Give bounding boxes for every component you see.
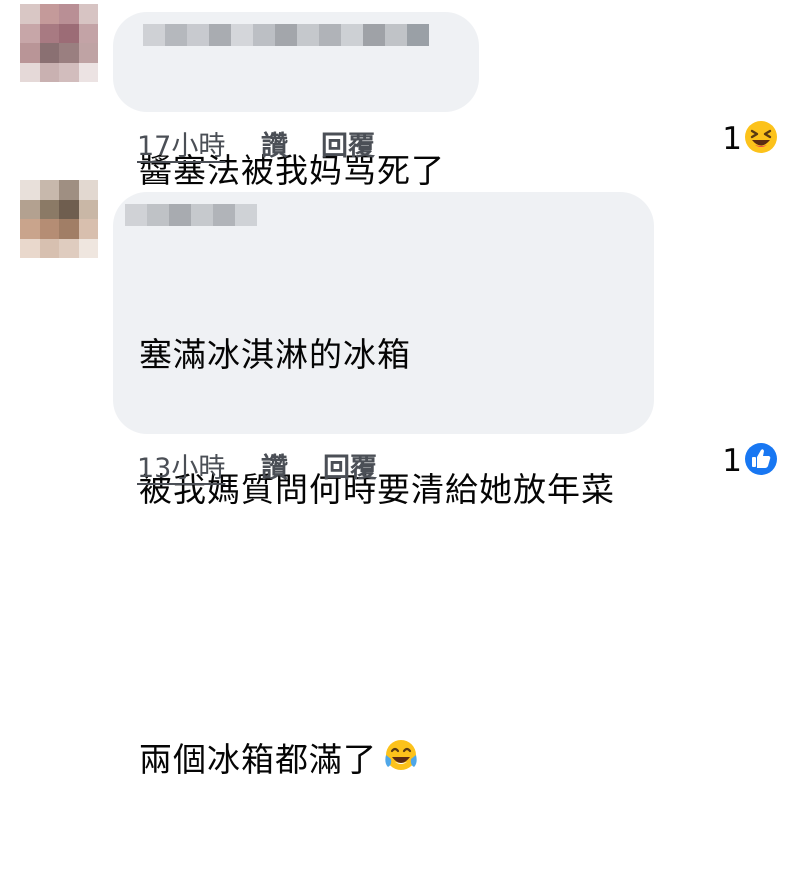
comment-text: 塞滿冰淇淋的冰箱 被我媽質問何時要清給她放年菜 兩個冰箱都滿了 — [139, 242, 615, 874]
like-thumb-icon — [744, 442, 778, 480]
author-name-blurred[interactable] — [143, 24, 429, 46]
avatar[interactable] — [20, 4, 98, 82]
comment-actions: 17小時 讚 回覆 — [137, 124, 437, 162]
reaction-count: 1 — [722, 443, 742, 479]
reply-button[interactable]: 回覆 — [321, 124, 375, 163]
reaction-summary[interactable]: 1 — [722, 120, 778, 158]
comment-bubble: 塞滿冰淇淋的冰箱 被我媽質問何時要清給她放年菜 兩個冰箱都滿了 — [113, 192, 654, 779]
reply-button[interactable]: 回覆 — [323, 446, 377, 485]
comment-line-empty — [139, 602, 615, 647]
laughing-squint-emoji-icon — [744, 120, 778, 158]
comment-line: 塞滿冰淇淋的冰箱 — [139, 335, 411, 374]
timestamp-link[interactable]: 17小時 — [137, 124, 225, 163]
reaction-count: 1 — [722, 121, 742, 157]
comment-bubble: 醬塞法被我妈骂死了 — [113, 12, 479, 190]
like-button[interactable]: 讚 — [261, 446, 288, 485]
timestamp-link[interactable]: 13小時 — [137, 446, 225, 485]
comment-line: 兩個冰箱都滿了 — [139, 740, 377, 779]
like-button[interactable]: 讚 — [261, 124, 288, 163]
comment-line-with-emoji: 兩個冰箱都滿了 — [139, 737, 615, 784]
comment-actions: 13小時 讚 回覆 — [137, 446, 437, 484]
reaction-summary[interactable]: 1 — [722, 442, 778, 480]
author-name-blurred[interactable] — [125, 204, 257, 226]
tears-of-joy-emoji-icon — [383, 739, 419, 784]
avatar[interactable] — [20, 180, 98, 258]
